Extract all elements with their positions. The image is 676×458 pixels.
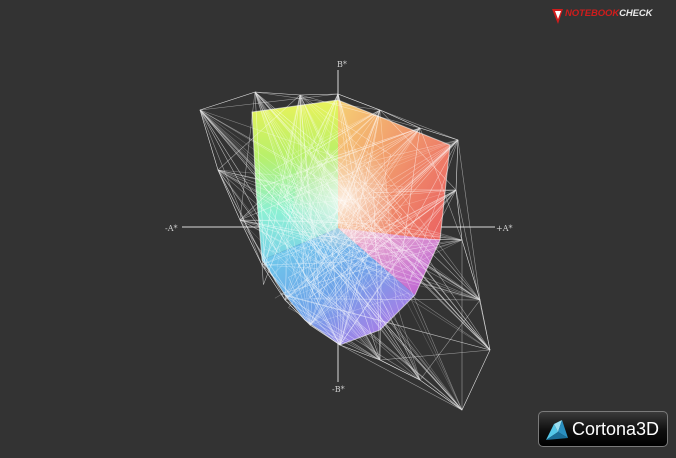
axis-label-b-negative: -B* (332, 385, 345, 394)
cortona-logo-icon (546, 420, 568, 440)
wireframe-edge (419, 299, 481, 381)
cortona3d-badge[interactable]: Cortona3D (538, 411, 668, 447)
notebookcheck-logo: NOTEBOOKCHECK (551, 5, 673, 27)
logo-text: NOTEBOOKCHECK (565, 8, 653, 19)
wireframe-edge (457, 139, 481, 301)
axis-label-b-positive: B* (337, 60, 347, 69)
wireframe-edge (455, 189, 491, 351)
logo-mark-icon (552, 9, 563, 24)
axis-label-a-negative: -A* (165, 224, 178, 233)
cortona-badge-label: Cortona3D (572, 419, 660, 439)
3d-viewport[interactable]: B* -B* -A* +A* (0, 0, 676, 454)
axis-label-a-positive: +A* (496, 224, 513, 233)
